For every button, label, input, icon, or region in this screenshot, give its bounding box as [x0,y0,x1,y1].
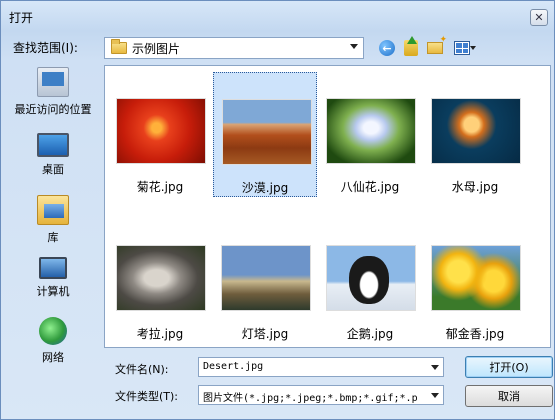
up-folder-button[interactable] [401,36,421,57]
look-in-label: 查找范围(I): [13,41,78,55]
recent-places-icon [37,67,69,97]
thumbnail-image [116,98,206,164]
libraries-icon [37,195,69,225]
file-item[interactable]: 郁金香.jpg [423,219,527,344]
file-name: 考拉.jpg [136,327,184,341]
file-type-value: 图片文件(*.jpg;*.jpeg;*.bmp;*.gif;*.p [203,393,418,404]
thumbnail-image [222,99,312,165]
place-computer[interactable]: 计算机 [7,257,99,299]
file-name: 沙漠.jpg [241,181,289,195]
new-folder-icon [427,35,447,54]
views-menu-button[interactable] [449,39,476,57]
close-icon: ✕ [534,11,544,24]
file-name: 企鹅.jpg [346,327,394,341]
places-bar: 最近访问的位置 桌面 库 计算机 网络 [7,67,99,379]
chevron-down-icon[interactable] [350,44,358,49]
views-menu-icon [454,41,470,55]
thumbnail-image [116,245,206,311]
file-name: 八仙花.jpg [340,180,400,194]
window-title: 打开 [9,11,34,25]
place-desktop[interactable]: 桌面 [7,133,99,177]
computer-icon [39,257,67,279]
thumbnail-image [431,245,521,311]
thumbnail-image [221,245,311,311]
file-name: 郁金香.jpg [445,327,505,341]
thumbnail-image [326,98,416,164]
folder-icon [111,39,127,54]
cancel-button[interactable]: 取消 [465,385,553,407]
file-item[interactable]: 菊花.jpg [108,72,212,197]
look-in-value: 示例图片 [132,41,181,56]
look-in-combobox[interactable]: 示例图片 [104,37,364,59]
place-network[interactable]: 网络 [7,317,99,365]
file-item[interactable]: 八仙花.jpg [318,72,422,197]
file-name-value: Desert.jpg [203,361,264,372]
open-button[interactable]: 打开(O) [465,356,553,378]
file-item[interactable]: 考拉.jpg [108,219,212,344]
new-folder-button[interactable] [425,35,447,57]
desktop-icon [37,133,69,157]
place-label: 最近访问的位置 [14,103,92,116]
file-name: 水母.jpg [451,180,499,194]
file-list[interactable]: 菊花.jpg 沙漠.jpg 八仙花.jpg 水母.jpg 考拉.jpg 灯塔.j… [104,65,551,348]
file-name-label: 文件名(N): [115,363,169,376]
file-name: 菊花.jpg [136,180,184,194]
chevron-down-icon[interactable] [431,393,439,398]
chevron-down-icon [470,46,476,50]
network-icon [39,317,67,345]
close-button[interactable]: ✕ [530,9,548,26]
file-item[interactable]: 灯塔.jpg [213,219,317,344]
place-label: 库 [47,231,59,244]
back-button[interactable]: ← [377,39,397,57]
place-label: 计算机 [36,285,70,298]
thumbnail-image [326,245,416,311]
chevron-down-icon[interactable] [431,365,439,370]
file-item[interactable]: 企鹅.jpg [318,219,422,344]
file-name-input[interactable]: Desert.jpg [198,357,444,377]
file-item[interactable]: 水母.jpg [423,72,527,197]
place-recent[interactable]: 最近访问的位置 [7,67,99,117]
back-icon: ← [379,40,395,56]
open-file-dialog: 打开 ✕ 查找范围(I): 示例图片 ← 最近访问的位置 桌面 库 [0,0,555,420]
up-folder-icon [404,36,418,56]
file-type-select[interactable]: 图片文件(*.jpg;*.jpeg;*.bmp;*.gif;*.p [198,385,444,405]
thumbnail-image [431,98,521,164]
place-label: 桌面 [42,163,64,176]
title-bar[interactable]: 打开 ✕ [1,1,554,31]
place-libraries[interactable]: 库 [7,195,99,245]
file-item-selected[interactable]: 沙漠.jpg [213,72,317,197]
file-name: 灯塔.jpg [241,327,289,341]
file-type-label: 文件类型(T): [115,390,179,403]
place-label: 网络 [42,351,64,364]
